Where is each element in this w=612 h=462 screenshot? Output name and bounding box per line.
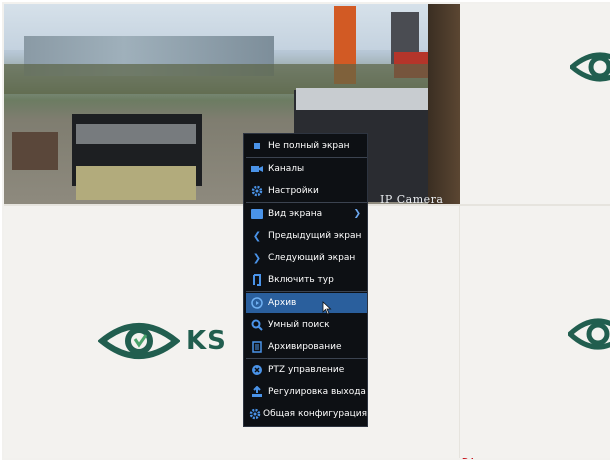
menu-item-output-adjustment[interactable]: Регулировка выхода [246,382,367,402]
menu-item-label: PTZ управление [268,365,345,375]
menu-item-settings[interactable]: Настройки [246,181,367,201]
menu-item-label: Архив [268,298,297,308]
layout-icon [251,209,263,219]
menu-separator [246,291,367,292]
document-icon [252,341,262,353]
menu-separator [246,157,367,158]
menu-item-label: Настройки [268,186,319,196]
menu-item-label: Вид экрана [268,209,323,219]
menu-item-label: Архивирование [268,342,342,352]
menu-separator [246,202,367,203]
menu-item-label: Включить тур [268,275,334,285]
menu-item-archiving[interactable]: Архивирование [246,337,367,357]
menu-item-label: Следующий экран [268,253,356,263]
ptz-icon [252,365,262,375]
menu-item-ptz-control[interactable]: PTZ управление [246,360,367,380]
menu-item-smart-search[interactable]: Умный поиск [246,315,367,335]
menu-separator [246,358,367,359]
chevron-left-icon: ❮ [252,230,262,242]
menu-item-label: Умный поиск [268,320,330,330]
menu-item-channels[interactable]: Каналы [246,159,367,179]
menu-item-archive[interactable]: Архив [246,293,367,313]
submenu-arrow-icon: ❯ [353,209,361,219]
menu-item-screen-view[interactable]: Вид экрана ❯ [246,204,367,224]
search-icon [251,319,263,331]
menu-item-label: Не полный экран [268,141,350,151]
context-menu: Не полный экран Каналы Настройки Вид экр… [243,133,368,427]
chevron-right-icon: ❯ [252,252,262,264]
fullscreen-exit-icon [254,143,260,149]
camera-icon [251,166,263,172]
settings-gear-icon [249,408,260,420]
menu-item-next-screen[interactable]: ❯ Следующий экран [246,248,367,268]
menu-item-start-tour[interactable]: Включить тур [246,270,367,290]
playback-icon [251,297,263,309]
menu-item-general-config[interactable]: Общая конфигурация [246,404,367,424]
menu-item-label: Каналы [268,164,305,174]
menu-item-previous-screen[interactable]: ❮ Предыдущий экран [246,226,367,246]
menu-item-label: Предыдущий экран [268,231,362,241]
mouse-cursor-icon [322,301,332,315]
menu-item-exit-fullscreen[interactable]: Не полный экран [246,136,367,156]
menu-item-label: Общая конфигурация [263,409,367,419]
gear-icon [251,185,263,197]
output-icon [252,386,262,397]
tour-icon [253,274,261,286]
menu-item-label: Регулировка выхода [268,387,366,397]
